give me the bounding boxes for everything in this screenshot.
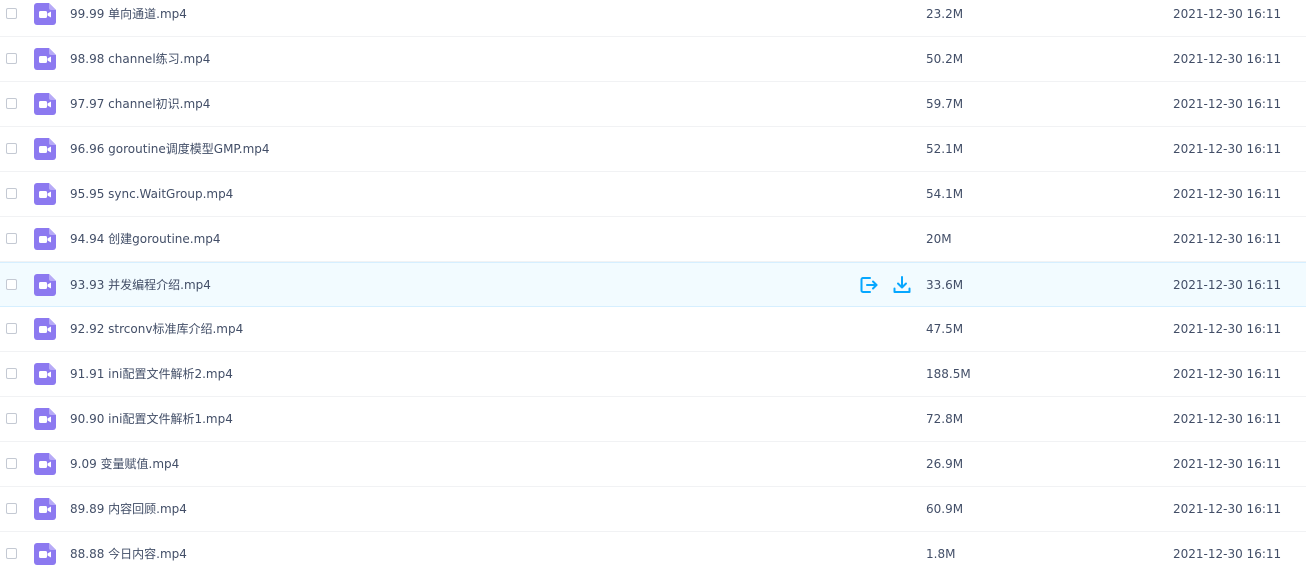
file-name[interactable]: 99.99 单向通道.mp4 (70, 6, 187, 22)
row-checkbox[interactable] (6, 323, 17, 334)
video-file-icon (34, 48, 56, 70)
file-size: 23.2M (926, 7, 964, 21)
file-name[interactable]: 93.93 并发编程介绍.mp4 (70, 277, 211, 293)
file-name[interactable]: 95.95 sync.WaitGroup.mp4 (70, 186, 233, 202)
file-size: 52.1M (926, 142, 964, 156)
file-size: 59.7M (926, 97, 964, 111)
video-file-icon (34, 363, 56, 385)
row-actions (858, 274, 918, 296)
file-modified-time: 2021-12-30 16:11 (1173, 7, 1282, 21)
file-modified-time: 2021-12-30 16:11 (1173, 187, 1282, 201)
file-row[interactable]: 88.88 今日内容.mp4 1.8M 2021-12-30 16:11 (0, 532, 1306, 574)
video-file-icon (34, 274, 56, 296)
file-row[interactable]: 95.95 sync.WaitGroup.mp4 54.1M 2021-12-3… (0, 172, 1306, 217)
file-row[interactable]: 89.89 内容回顾.mp4 60.9M 2021-12-30 16:11 (0, 487, 1306, 532)
file-modified-time: 2021-12-30 16:11 (1173, 457, 1282, 471)
file-row[interactable]: 94.94 创建goroutine.mp4 20M 2021-12-30 16:… (0, 217, 1306, 262)
share-icon[interactable] (858, 274, 880, 296)
file-size: 20M (926, 232, 952, 246)
file-size: 33.6M (926, 278, 964, 292)
file-modified-time: 2021-12-30 16:11 (1173, 278, 1282, 292)
row-checkbox[interactable] (6, 143, 17, 154)
file-size: 1.8M (926, 547, 956, 561)
file-modified-time: 2021-12-30 16:11 (1173, 502, 1282, 516)
file-name[interactable]: 89.89 内容回顾.mp4 (70, 501, 187, 517)
file-name[interactable]: 90.90 ini配置文件解析1.mp4 (70, 411, 233, 427)
file-size: 60.9M (926, 502, 964, 516)
file-modified-time: 2021-12-30 16:11 (1173, 547, 1282, 561)
row-checkbox[interactable] (6, 548, 17, 559)
video-file-icon (34, 543, 56, 565)
file-size: 188.5M (926, 367, 971, 381)
file-modified-time: 2021-12-30 16:11 (1173, 97, 1282, 111)
row-checkbox[interactable] (6, 8, 17, 19)
video-file-icon (34, 3, 56, 25)
row-checkbox[interactable] (6, 503, 17, 514)
file-size: 54.1M (926, 187, 964, 201)
video-file-icon (34, 93, 56, 115)
file-size: 26.9M (926, 457, 964, 471)
file-list: 99.99 单向通道.mp4 23.2M 2021-12-30 16:11 98… (0, 0, 1306, 574)
file-row[interactable]: 91.91 ini配置文件解析2.mp4 188.5M 2021-12-30 1… (0, 352, 1306, 397)
file-modified-time: 2021-12-30 16:11 (1173, 367, 1282, 381)
file-name[interactable]: 9.09 变量赋值.mp4 (70, 456, 179, 472)
file-size: 72.8M (926, 412, 964, 426)
file-name[interactable]: 88.88 今日内容.mp4 (70, 546, 187, 562)
file-row[interactable]: 99.99 单向通道.mp4 23.2M 2021-12-30 16:11 (0, 0, 1306, 37)
row-checkbox[interactable] (6, 233, 17, 244)
file-row[interactable]: 98.98 channel练习.mp4 50.2M 2021-12-30 16:… (0, 37, 1306, 82)
video-file-icon (34, 228, 56, 250)
file-modified-time: 2021-12-30 16:11 (1173, 232, 1282, 246)
file-row[interactable]: 96.96 goroutine调度模型GMP.mp4 52.1M 2021-12… (0, 127, 1306, 172)
file-row[interactable]: 9.09 变量赋值.mp4 26.9M 2021-12-30 16:11 (0, 442, 1306, 487)
file-name[interactable]: 98.98 channel练习.mp4 (70, 51, 210, 67)
video-file-icon (34, 318, 56, 340)
row-checkbox[interactable] (6, 53, 17, 64)
file-modified-time: 2021-12-30 16:11 (1173, 412, 1282, 426)
file-modified-time: 2021-12-30 16:11 (1173, 322, 1282, 336)
file-modified-time: 2021-12-30 16:11 (1173, 52, 1282, 66)
video-file-icon (34, 498, 56, 520)
video-file-icon (34, 138, 56, 160)
file-name[interactable]: 91.91 ini配置文件解析2.mp4 (70, 366, 233, 382)
file-row[interactable]: 90.90 ini配置文件解析1.mp4 72.8M 2021-12-30 16… (0, 397, 1306, 442)
file-row[interactable]: 97.97 channel初识.mp4 59.7M 2021-12-30 16:… (0, 82, 1306, 127)
file-modified-time: 2021-12-30 16:11 (1173, 142, 1282, 156)
download-icon[interactable] (891, 274, 913, 296)
row-checkbox[interactable] (6, 458, 17, 469)
video-file-icon (34, 183, 56, 205)
video-file-icon (34, 453, 56, 475)
file-name[interactable]: 97.97 channel初识.mp4 (70, 96, 210, 112)
row-checkbox[interactable] (6, 279, 17, 290)
file-name[interactable]: 92.92 strconv标准库介绍.mp4 (70, 321, 243, 337)
file-name[interactable]: 96.96 goroutine调度模型GMP.mp4 (70, 141, 270, 157)
file-size: 47.5M (926, 322, 964, 336)
file-row[interactable]: 92.92 strconv标准库介绍.mp4 47.5M 2021-12-30 … (0, 307, 1306, 352)
row-checkbox[interactable] (6, 188, 17, 199)
row-checkbox[interactable] (6, 368, 17, 379)
row-checkbox[interactable] (6, 413, 17, 424)
file-row[interactable]: 93.93 并发编程介绍.mp4 33.6M 2021-12-30 16:11 (0, 262, 1306, 307)
file-name[interactable]: 94.94 创建goroutine.mp4 (70, 231, 221, 247)
row-checkbox[interactable] (6, 98, 17, 109)
file-size: 50.2M (926, 52, 964, 66)
video-file-icon (34, 408, 56, 430)
